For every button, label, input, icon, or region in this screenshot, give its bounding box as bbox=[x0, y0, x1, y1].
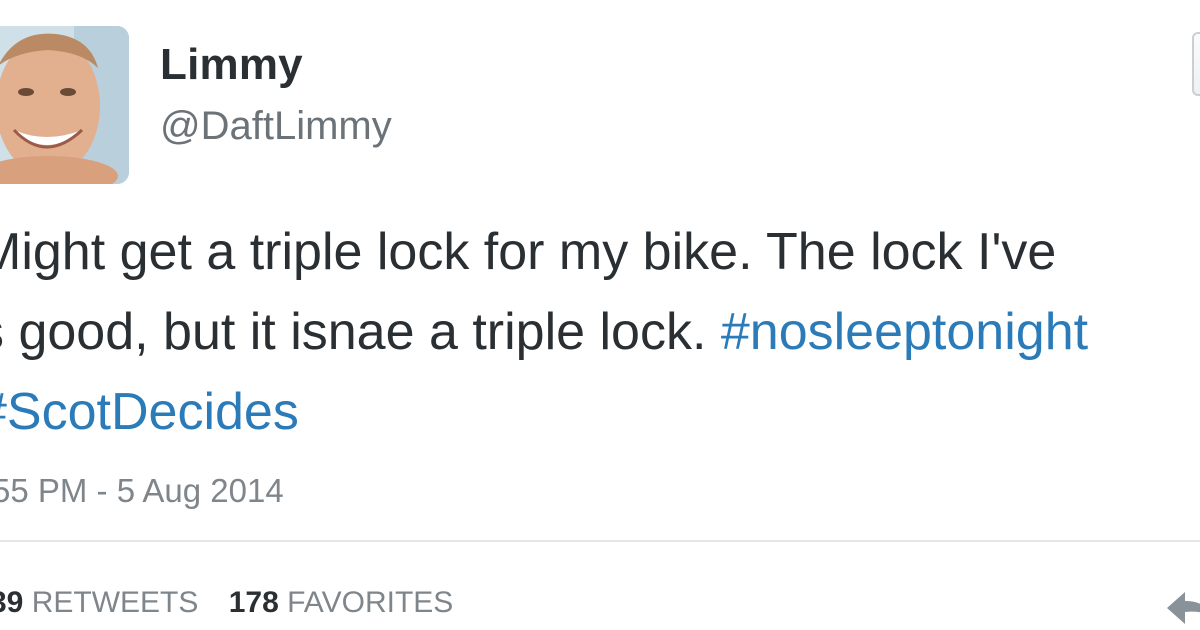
hashtag-scotdecides[interactable]: #ScotDecides bbox=[0, 383, 299, 441]
user-handle[interactable]: @DaftLimmy bbox=[160, 104, 392, 149]
follow-button[interactable] bbox=[1192, 32, 1200, 96]
favorites-count[interactable]: 178 bbox=[229, 586, 279, 619]
hashtag-nosleeptonight[interactable]: #nosleeptonight bbox=[721, 303, 1088, 361]
tweet-line-1: Might get a triple lock for my bike. The… bbox=[0, 223, 1057, 281]
tweet-timestamp[interactable]: 55 PM - 5 Aug 2014 bbox=[0, 472, 284, 510]
divider bbox=[0, 540, 1200, 542]
tweet-line-2-text: s good, but it isnae a triple lock. bbox=[0, 303, 721, 361]
tweet-line-3: #ScotDecides bbox=[0, 372, 1200, 452]
display-name[interactable]: Limmy bbox=[160, 40, 303, 90]
tweet-card: Limmy @DaftLimmy Might get a triple lock… bbox=[0, 0, 1200, 630]
tweet-line-2: s good, but it isnae a triple lock. #nos… bbox=[0, 292, 1200, 372]
tweet-text: Might get a triple lock for my bike. The… bbox=[0, 212, 1200, 452]
reply-icon[interactable] bbox=[1165, 588, 1200, 628]
retweets-label[interactable]: RETWEETS bbox=[32, 586, 199, 619]
avatar-photo bbox=[0, 26, 129, 184]
avatar[interactable] bbox=[0, 26, 129, 184]
tweet-stats: 39 RETWEETS 178 FAVORITES bbox=[0, 586, 453, 620]
retweets-count[interactable]: 39 bbox=[0, 586, 23, 619]
favorites-label[interactable]: FAVORITES bbox=[287, 586, 453, 619]
